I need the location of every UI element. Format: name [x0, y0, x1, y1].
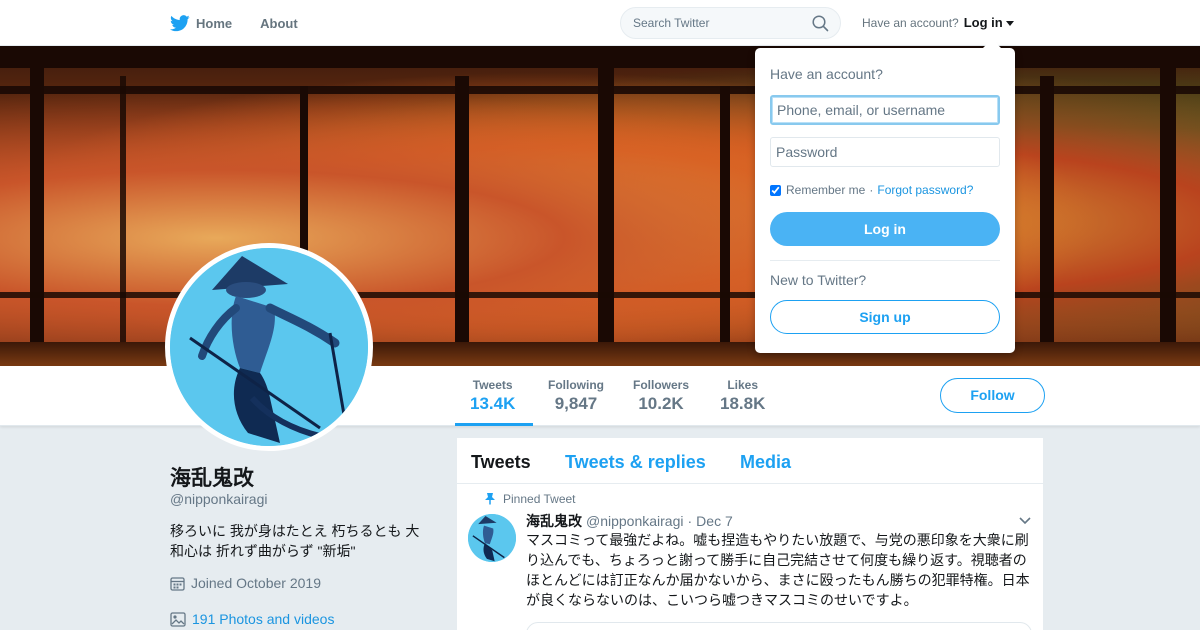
- tweet-author-name[interactable]: 海乱鬼改: [526, 511, 582, 531]
- stat-label: Following: [548, 378, 604, 392]
- follow-button[interactable]: Follow: [940, 378, 1045, 413]
- chevron-down-icon[interactable]: [1018, 516, 1032, 526]
- tab-tweets-replies[interactable]: Tweets & replies: [565, 452, 706, 473]
- samurai-figure-image: [170, 248, 368, 446]
- banner-pillar: [455, 76, 469, 356]
- banner-pillar: [1160, 46, 1176, 366]
- search-input[interactable]: Search Twitter: [620, 7, 841, 39]
- profile-bio: 移ろいに 我が身はたとえ 朽ちるとも 大和心は 折れず曲がらず "新垢": [170, 523, 420, 559]
- stat-label: Tweets: [472, 378, 513, 392]
- profile-handle[interactable]: @nipponkairagi: [170, 491, 268, 507]
- stat-following[interactable]: Following 9,847: [548, 378, 604, 414]
- separator-dot: ·: [869, 183, 874, 197]
- tab-tweets[interactable]: Tweets: [471, 452, 531, 473]
- login-menu-link[interactable]: Log in: [964, 15, 1003, 30]
- banner-pillar: [720, 86, 730, 346]
- timeline-tabs: Tweets Tweets & replies Media: [457, 438, 1043, 484]
- stat-followers[interactable]: Followers 10.2K: [633, 378, 689, 414]
- home-label: Home: [196, 15, 233, 31]
- stat-value: 9,847: [554, 394, 598, 413]
- banner-pillar: [30, 46, 44, 366]
- signup-button[interactable]: Sign up: [770, 300, 1000, 334]
- samurai-figure-image: [468, 514, 516, 562]
- login-dropdown: Have an account? Remember me · Forgot pa…: [755, 39, 1015, 353]
- nav-about[interactable]: About: [260, 16, 298, 31]
- pin-icon: [485, 493, 495, 505]
- caret-down-icon[interactable]: [1005, 21, 1014, 26]
- stat-value: 13.4K: [470, 394, 516, 413]
- about-label: About: [260, 15, 298, 31]
- banner-pillar: [120, 76, 126, 346]
- remember-me-label[interactable]: Remember me: [786, 183, 865, 197]
- search-icon[interactable]: [812, 15, 829, 32]
- joined-text: Joined October 2019: [191, 575, 321, 591]
- profile-avatar[interactable]: [165, 243, 373, 451]
- tweet-text: マスコミって最強だよね。嘘も捏造もやりたい放題で、与党の悪印象を大衆に刷り込んで…: [526, 532, 1030, 608]
- pinned-indicator: Pinned Tweet: [485, 492, 576, 506]
- nav-left: Home About: [170, 0, 326, 46]
- banner-beam: [0, 46, 1200, 68]
- banner-pillar: [1040, 76, 1054, 356]
- calendar-icon: [170, 576, 185, 591]
- stat-likes[interactable]: Likes 18.8K: [720, 378, 765, 414]
- tweet-header: 海乱鬼改 @nipponkairagi · Dec 7: [526, 511, 733, 531]
- tweet-date[interactable]: Dec 7: [696, 513, 733, 529]
- tweet-author-handle[interactable]: @nipponkairagi: [586, 513, 684, 529]
- profile-name[interactable]: 海乱鬼改: [170, 462, 254, 492]
- top-navigation-bar: Home About Search Twitter Have an accoun…: [0, 0, 1200, 46]
- photo-icon: [170, 611, 186, 627]
- dropdown-title: Have an account?: [770, 66, 883, 82]
- login-button[interactable]: Log in: [770, 212, 1000, 246]
- new-to-twitter-text: New to Twitter?: [770, 272, 867, 288]
- photos-videos-link[interactable]: 191 Photos and videos: [170, 611, 334, 627]
- divider: [770, 260, 1000, 261]
- stat-value: 18.8K: [720, 394, 766, 413]
- tweet-separator: ·: [687, 513, 693, 529]
- forgot-password-link[interactable]: Forgot password?: [877, 183, 973, 197]
- remember-row: Remember me · Forgot password?: [770, 183, 973, 197]
- banner-pillar: [598, 66, 614, 356]
- tweet-media-card[interactable]: [526, 622, 1032, 630]
- active-stat-underline: [455, 423, 533, 426]
- nav-home[interactable]: Home: [170, 14, 233, 32]
- pinned-label: Pinned Tweet: [503, 492, 576, 506]
- profile-joined: Joined October 2019: [170, 575, 321, 591]
- have-account-text: Have an account?: [862, 15, 959, 30]
- photos-text: 191 Photos and videos: [192, 611, 335, 627]
- account-menu: Have an account? Log in: [862, 15, 1014, 30]
- remember-me-checkbox[interactable]: [770, 184, 781, 196]
- search-placeholder: Search Twitter: [633, 16, 710, 30]
- tweet-avatar[interactable]: [468, 514, 516, 562]
- stat-label: Followers: [633, 378, 690, 392]
- username-field[interactable]: [770, 95, 1000, 125]
- password-field[interactable]: [770, 137, 1000, 167]
- stat-label: Likes: [727, 378, 759, 392]
- stat-value: 10.2K: [638, 394, 684, 413]
- twitter-bird-icon: [170, 14, 190, 31]
- stat-tweets[interactable]: Tweets 13.4K: [470, 378, 515, 414]
- tab-media[interactable]: Media: [740, 452, 791, 473]
- timeline: Tweets Tweets & replies Media Pinned Twe…: [456, 437, 1044, 630]
